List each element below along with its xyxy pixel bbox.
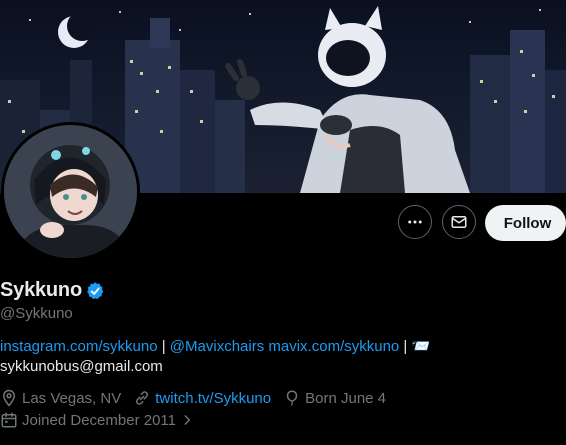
name-row: Sykkuno [0, 279, 105, 302]
follow-button[interactable]: Follow [485, 205, 566, 241]
joined-text: Joined December 2011 [22, 411, 176, 429]
balloon-icon [286, 390, 298, 406]
location-icon [2, 389, 16, 407]
bio: instagram.com/sykkuno | @Mavixchairs mav… [0, 337, 566, 377]
bio-separator: | [399, 338, 412, 355]
profile-meta-row-2: Joined December 2011 [0, 411, 210, 429]
profile-meta-row: Las Vegas, NV twitch.tv/Sykkuno Born Jun… [0, 389, 398, 407]
location-text: Las Vegas, NV [22, 389, 122, 407]
mail-icon [451, 216, 467, 228]
bio-mention-mavixchairs[interactable]: @Mavixchairs [170, 338, 264, 355]
handle: @Sykkuno [0, 305, 73, 322]
more-icon [408, 220, 422, 224]
bio-separator: | [157, 338, 170, 355]
envelope-emoji: 📨 [411, 338, 431, 355]
website-link[interactable]: twitch.tv/Sykkuno [155, 390, 271, 407]
bio-link-instagram[interactable]: instagram.com/sykkuno [0, 338, 158, 355]
message-button[interactable] [442, 205, 476, 239]
profile-avatar[interactable] [1, 122, 140, 261]
calendar-icon [1, 412, 17, 428]
chevron-right-icon[interactable] [180, 413, 194, 427]
more-button[interactable] [398, 205, 432, 239]
bio-email: sykkunobus@gmail.com [0, 358, 163, 375]
birthday-text: Born June 4 [305, 389, 387, 407]
display-name: Sykkuno [0, 279, 82, 301]
link-icon [136, 391, 149, 405]
verified-badge-icon[interactable] [85, 281, 105, 301]
bio-link-mavix[interactable]: mavix.com/sykkuno [268, 338, 399, 355]
